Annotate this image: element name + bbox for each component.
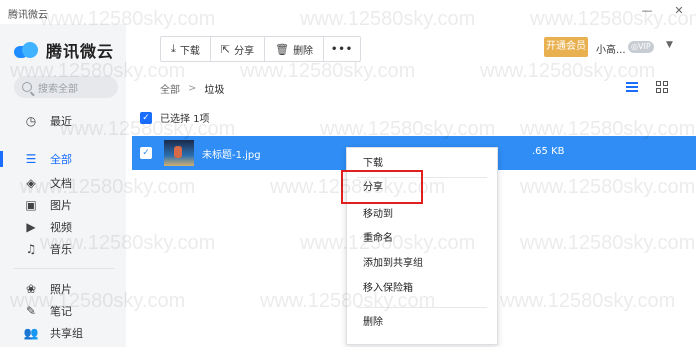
note-icon: ✎: [25, 304, 37, 318]
file-thumbnail: [164, 140, 194, 166]
sidebar-item-images[interactable]: ▣ 图片: [0, 194, 126, 216]
grid-view-icon[interactable]: [656, 81, 668, 93]
share-label: 分享: [234, 45, 255, 57]
search-icon: [22, 82, 32, 92]
sidebar-item-photos[interactable]: ❀ 照片: [0, 278, 126, 300]
vip-badge: ◎VIP: [628, 41, 654, 53]
sidebar-item-label: 音乐: [50, 243, 72, 256]
user-name[interactable]: 小高...: [596, 41, 626, 56]
selection-summary: ✓ 已选择 1项: [140, 110, 210, 125]
sidebar-item-videos[interactable]: ▶ 视频: [0, 216, 126, 238]
search-input[interactable]: 搜索全部: [14, 76, 118, 98]
more-button[interactable]: •••: [324, 37, 360, 61]
menu-item-add-to-shared-group[interactable]: 添加到共享组: [347, 253, 497, 275]
download-button[interactable]: ⤓ 下载: [161, 37, 211, 61]
share-icon: ⇱: [220, 42, 231, 56]
delete-label: 删除: [293, 45, 314, 57]
breadcrumb-current: 垃圾: [204, 85, 225, 96]
close-button[interactable]: ✕: [672, 4, 686, 18]
download-label: 下载: [179, 45, 200, 57]
delete-button[interactable]: 🗑 删除: [265, 37, 325, 61]
window-title: 腾讯微云: [8, 10, 48, 21]
menu-item-rename[interactable]: 重命名: [347, 228, 497, 250]
download-icon: ⤓: [171, 42, 176, 55]
menu-item-move-to-safe[interactable]: 移入保险箱: [347, 278, 497, 300]
breadcrumb-separator: >: [188, 83, 197, 94]
menu-item-delete[interactable]: 删除: [347, 312, 497, 334]
file-name: 未标题-1.jpg: [202, 149, 261, 161]
sidebar-item-music[interactable]: ♫ 音乐: [0, 238, 126, 260]
minimize-button[interactable]: —: [640, 4, 654, 18]
sidebar-item-label: 图片: [50, 199, 72, 212]
selection-text: 已选择 1项: [160, 114, 210, 125]
music-icon: ♫: [25, 242, 37, 256]
sidebar-item-recent[interactable]: ◷ 最近: [0, 110, 126, 132]
toolbar: ⤓ 下载 ⇱ 分享 🗑 删除 •••: [160, 36, 362, 62]
highlight-box: [341, 170, 423, 204]
sidebar-item-label: 共享组: [50, 327, 83, 340]
menu-item-move-to[interactable]: 移动到: [347, 204, 497, 226]
sidebar-item-label: 照片: [50, 283, 72, 296]
sidebar-divider: [14, 268, 114, 269]
sidebar-item-label: 全部: [50, 153, 72, 166]
photo-icon: ❀: [25, 282, 37, 296]
breadcrumb-root[interactable]: 全部: [160, 81, 180, 96]
trash-icon: 🗑: [275, 42, 290, 56]
row-checkbox[interactable]: ✓: [140, 147, 152, 159]
sidebar-item-label: 笔记: [50, 305, 72, 318]
sidebar: 腾讯微云 搜索全部 ◷ 最近 ☰ 全部 ◈ 文档 ▣ 图片 ▶ 视频 ♫ 音乐 …: [0, 24, 126, 347]
list-view-icon[interactable]: [626, 82, 638, 92]
logo-text: 腾讯微云: [46, 42, 115, 61]
sidebar-item-notes[interactable]: ✎ 笔记: [0, 300, 126, 322]
image-icon: ▣: [25, 198, 37, 212]
open-vip-button[interactable]: 开通会员: [544, 37, 588, 57]
app-logo: 腾讯微云: [14, 38, 114, 62]
chevron-down-icon[interactable]: ▼: [666, 40, 673, 50]
sidebar-item-label: 文档: [50, 177, 72, 190]
sidebar-item-shared-group[interactable]: 👥 共享组: [0, 322, 126, 344]
sidebar-item-label: 最近: [50, 115, 72, 128]
sidebar-item-docs[interactable]: ◈ 文档: [0, 172, 126, 194]
sidebar-item-all[interactable]: ☰ 全部: [0, 148, 126, 170]
group-icon: 👥: [23, 326, 39, 340]
video-icon: ▶: [26, 220, 36, 234]
breadcrumb: 全部 > 垃圾: [160, 81, 224, 96]
select-all-checkbox[interactable]: ✓: [140, 111, 152, 124]
search-placeholder: 搜索全部: [38, 83, 78, 95]
share-button[interactable]: ⇱ 分享: [211, 37, 266, 61]
sidebar-item-label: 视频: [50, 221, 72, 234]
layers-icon: ◈: [26, 176, 36, 190]
cloud-logo-icon: [14, 41, 40, 59]
file-size: .65 KB: [532, 146, 565, 157]
title-bar: 腾讯微云 — ✕: [0, 0, 696, 24]
menu-divider: [357, 307, 487, 308]
list-icon: ☰: [25, 152, 37, 166]
clock-icon: ◷: [25, 114, 37, 128]
